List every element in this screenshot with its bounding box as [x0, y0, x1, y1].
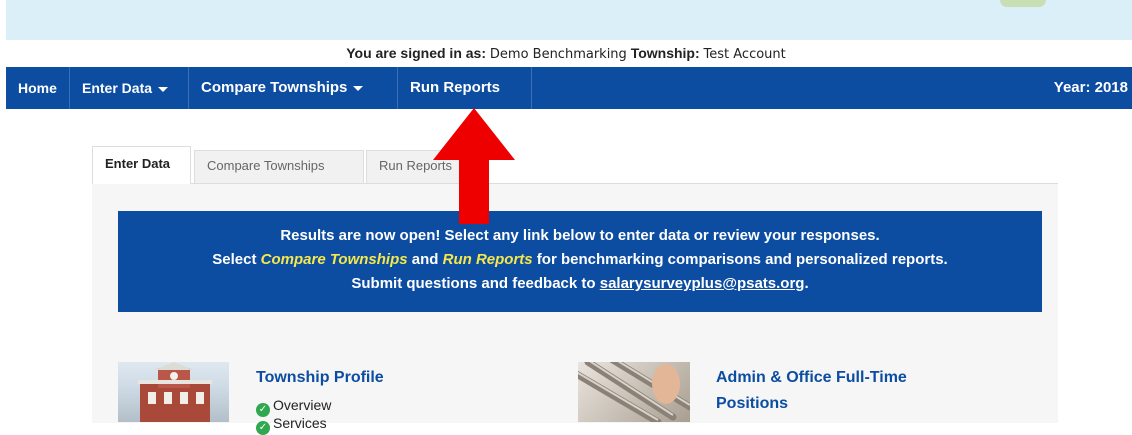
office-pipes-image[interactable] — [578, 362, 690, 422]
info-banner: Results are now open! Select any link be… — [118, 211, 1042, 312]
user-name: Demo Benchmarking — [489, 47, 627, 62]
tab-compare-label: Compare Townships — [207, 158, 325, 173]
township-name: Test Account — [703, 47, 786, 62]
year-label: Year: 2018 — [1053, 79, 1128, 96]
banner-text: Submit questions and feedback to — [351, 275, 596, 292]
nav-compare-label: Compare Townships — [201, 79, 348, 96]
header-band — [6, 0, 1132, 40]
tab-enter-data[interactable]: Enter Data — [92, 146, 191, 184]
banner-text: for benchmarking comparisons and persona… — [536, 251, 948, 268]
signed-in-label: You are signed in as: — [346, 45, 486, 61]
banner-text: . — [804, 275, 809, 292]
nav-compare-townships[interactable]: Compare Townships — [189, 67, 398, 109]
admin-office-link[interactable]: Admin & Office Full-Time Positions — [716, 367, 907, 415]
compare-townships-link[interactable]: Compare Townships — [261, 251, 408, 268]
logo — [1000, 0, 1046, 7]
chevron-down-icon — [353, 85, 364, 91]
banner-text: Select — [212, 251, 257, 268]
nav-enter-data-label: Enter Data — [82, 80, 153, 96]
services-item[interactable]: ✓ Services — [256, 415, 327, 435]
check-circle-icon: ✓ — [256, 421, 270, 435]
services-label: Services — [273, 415, 327, 431]
tab-compare-townships[interactable]: Compare Townships — [194, 150, 364, 184]
nav-enter-data[interactable]: Enter Data — [70, 67, 189, 109]
banner-text: and — [411, 251, 439, 268]
nav-run-reports-label: Run Reports — [410, 79, 500, 96]
year-selector[interactable]: Year: 2018 — [1054, 67, 1132, 109]
banner-line-2: Select Compare Townships and Run Reports… — [118, 248, 1042, 272]
building-icon — [138, 362, 212, 422]
nav-home[interactable]: Home — [6, 67, 70, 109]
township-building-image[interactable] — [118, 362, 229, 422]
tab-enter-data-label: Enter Data — [105, 156, 171, 171]
chevron-down-icon — [158, 86, 169, 92]
township-profile-link[interactable]: Township Profile — [256, 367, 384, 389]
tools-icon — [578, 362, 690, 422]
main-navbar: Home Enter Data Compare Townships Run Re… — [6, 67, 1132, 109]
banner-line-3: Submit questions and feedback to salarys… — [118, 272, 1042, 296]
email-link[interactable]: salarysurveyplus@psats.org — [600, 275, 805, 292]
banner-line-1: Results are now open! Select any link be… — [280, 227, 880, 244]
red-arrow-annotation — [433, 108, 515, 224]
nav-home-label: Home — [18, 80, 57, 96]
overview-item[interactable]: ✓ Overview — [256, 397, 331, 417]
overview-label: Overview — [273, 397, 332, 413]
township-label: Township: — [630, 45, 700, 61]
admin-title-line-2: Positions — [716, 395, 789, 412]
admin-title-line-1: Admin & Office Full-Time — [716, 369, 907, 386]
nav-run-reports[interactable]: Run Reports — [398, 67, 532, 109]
signed-in-status: You are signed in as: Demo Benchmarking … — [0, 44, 1132, 62]
run-reports-link[interactable]: Run Reports — [443, 251, 533, 268]
